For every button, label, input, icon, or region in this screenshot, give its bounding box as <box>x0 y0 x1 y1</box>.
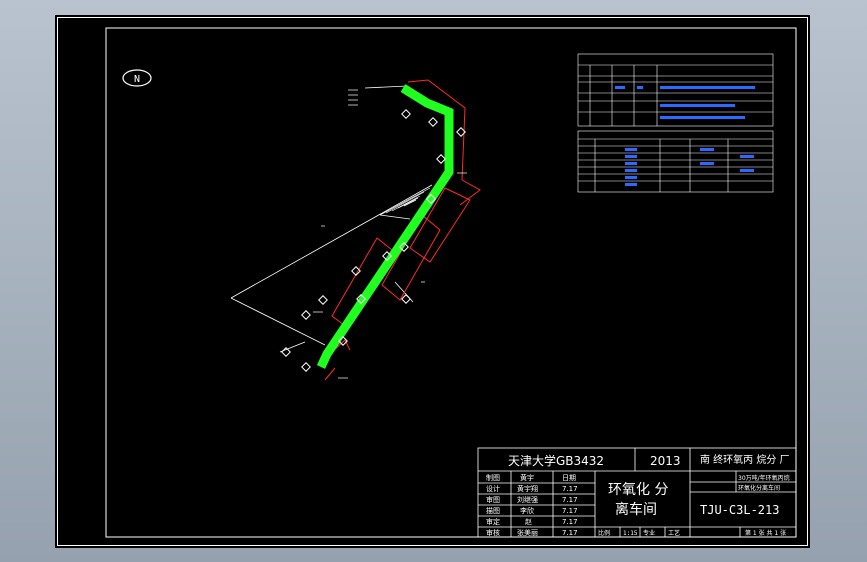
row-role: 制图 <box>486 473 500 482</box>
sub-info-1: 30万吨/年环氧丙烷 <box>738 474 790 482</box>
company-name: 南 终环氧丙 烷分 厂 <box>700 453 790 466</box>
drawing-sheet <box>55 15 810 548</box>
row-date: 7.17 <box>562 529 578 537</box>
stage-label: 专业 <box>643 529 655 537</box>
drawing-title-line-2: 离车间 <box>615 501 657 518</box>
drawing-title-line-1: 环氧化 分 <box>608 482 668 498</box>
sheet-label: 第 1 张 共 1 张 <box>745 529 786 537</box>
drawing-year: 2013 <box>650 454 681 468</box>
row-date: 7.17 <box>562 485 578 493</box>
row-date: 7.17 <box>562 507 578 515</box>
row-name: 黄宇 <box>520 473 534 482</box>
scale-value: 1:15 <box>623 530 638 537</box>
scale-label: 比例 <box>598 529 610 537</box>
cad-drawing-canvas[interactable]: N 天津大学GB3432 2013 南 终环氧丙 烷分 厂 环氧化 分 离车间 … <box>0 0 867 562</box>
stage-value: 工艺 <box>668 529 680 537</box>
drawing-number: TJU-C3L-213 <box>700 503 779 517</box>
row-role: 审核 <box>486 528 500 537</box>
row-date: 7.17 <box>562 518 578 526</box>
row-role: 审定 <box>486 517 500 526</box>
row-role: 描图 <box>486 506 500 515</box>
north-label: N <box>134 74 140 85</box>
row-name: 刘继强 <box>517 495 538 504</box>
sub-info-2: 环氧化分离车间 <box>738 484 780 492</box>
row-role: 审图 <box>486 495 500 504</box>
row-role: 设计 <box>486 484 500 493</box>
row-name: 李欣 <box>520 506 534 515</box>
row-date: 日期 <box>562 474 576 482</box>
row-name: 赵 <box>525 517 532 526</box>
row-name: 张美丽 <box>517 528 538 537</box>
row-name: 黄宇翔 <box>517 484 538 493</box>
school-name: 天津大学GB3432 <box>508 453 604 468</box>
row-date: 7.17 <box>562 496 578 504</box>
